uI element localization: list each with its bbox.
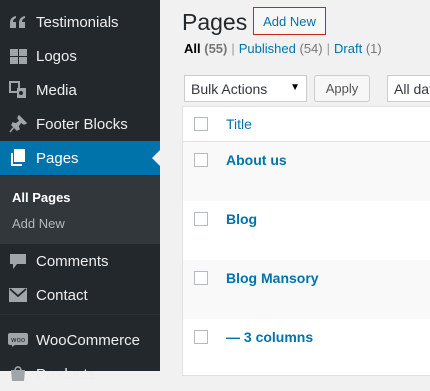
menu-item-comments[interactable]: Comments [0, 244, 160, 278]
dropdown-arrow-icon: ▼ [290, 82, 300, 93]
mail-icon [8, 285, 28, 305]
column-title-header[interactable]: Title [226, 116, 252, 132]
filter-published-label: Published [238, 41, 296, 56]
menu-item-media[interactable]: Media [0, 73, 160, 107]
filter-draft-label: Draft [334, 41, 363, 56]
row-title-link[interactable]: Blog Mansory [226, 270, 319, 286]
filter-all[interactable]: All (55) [184, 41, 227, 56]
menu-item-logos[interactable]: Logos [0, 39, 160, 73]
table-row: Blog Mansory [183, 260, 430, 319]
date-filter-select[interactable]: All dates [387, 75, 430, 102]
filter-all-count: (55) [204, 41, 228, 56]
add-new-button[interactable]: Add New [253, 7, 326, 35]
row-checkbox[interactable] [194, 153, 208, 167]
table-row: — 3 columns [183, 319, 430, 378]
products-icon [8, 364, 28, 384]
bulk-actions-select[interactable]: Bulk Actions ▼ [184, 75, 307, 102]
quote-icon [8, 12, 28, 32]
menu-item-products[interactable]: Products [0, 357, 160, 391]
menu-label: Logos [36, 47, 77, 65]
row-checkbox[interactable] [194, 212, 208, 226]
row-title-link[interactable]: — 3 columns [226, 329, 313, 345]
woo-icon: woo [8, 330, 28, 350]
menu-item-pages[interactable]: Pages [0, 141, 160, 175]
admin-sidebar: Testimonials Logos Media Footer Blocks P… [0, 0, 160, 383]
menu-separator [0, 314, 160, 315]
row-checkbox[interactable] [194, 271, 208, 285]
filter-draft[interactable]: Draft (1) [334, 41, 382, 56]
pages-submenu: All Pages Add New [0, 176, 160, 244]
pages-icon [8, 148, 28, 168]
grid-icon [8, 46, 28, 66]
menu-label: Testimonials [36, 13, 119, 31]
filter-draft-count: (1) [365, 41, 382, 56]
date-filter-value: All dates [394, 80, 430, 97]
svg-text:woo: woo [11, 336, 25, 344]
row-title-link[interactable]: About us [226, 152, 287, 168]
menu-item-testimonials[interactable]: Testimonials [0, 5, 160, 39]
menu-item-woocommerce[interactable]: woo WooCommerce [0, 323, 160, 357]
menu-item-contact[interactable]: Contact [0, 278, 160, 312]
filter-separator: | [231, 41, 235, 56]
bulk-actions-value: Bulk Actions [191, 80, 268, 97]
table-row: About us [183, 142, 430, 201]
filter-published[interactable]: Published (54) [239, 41, 323, 56]
menu-label: Comments [36, 252, 109, 270]
menu-label: Pages [36, 149, 79, 167]
filter-published-count: (54) [299, 41, 323, 56]
status-filters: All (55) | Published (54) | Draft (1) [184, 41, 382, 56]
media-icon [8, 80, 28, 100]
menu-label: Contact [36, 286, 88, 304]
menu-item-footer-blocks[interactable]: Footer Blocks [0, 107, 160, 141]
menu-label: Media [36, 81, 77, 99]
pages-table: Title About us Blog Blog Mansory — 3 col… [182, 106, 430, 376]
table-row: Blog [183, 201, 430, 260]
page-title: Pages [182, 9, 248, 35]
row-checkbox[interactable] [194, 330, 208, 344]
comment-icon [8, 251, 28, 271]
filter-all-label: All [184, 41, 201, 56]
filter-separator: | [326, 41, 331, 56]
table-header-row: Title [183, 107, 430, 142]
submenu-all-pages[interactable]: All Pages [12, 190, 71, 205]
apply-button[interactable]: Apply [314, 75, 370, 102]
menu-label: Products [36, 365, 96, 383]
row-title-link[interactable]: Blog [226, 211, 257, 227]
main-content: Pages Add New All (55) | Published (54) | Dr… [160, 0, 430, 376]
pin-icon [8, 114, 28, 134]
menu-label: Footer Blocks [36, 115, 128, 133]
select-all-checkbox[interactable] [194, 117, 208, 131]
submenu-add-new[interactable]: Add New [12, 216, 65, 231]
menu-label: WooCommerce [36, 331, 140, 349]
